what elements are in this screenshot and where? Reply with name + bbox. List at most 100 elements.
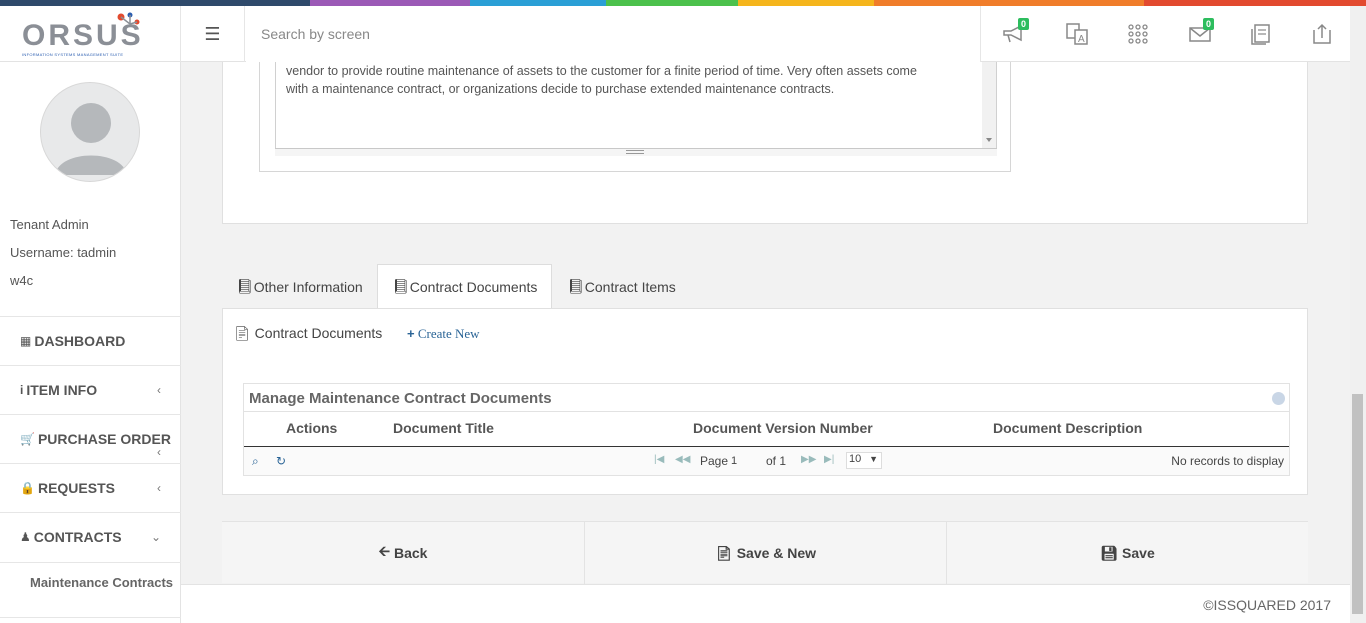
svg-text:A: A xyxy=(1078,34,1085,45)
logo-text: ORSUS xyxy=(22,19,144,52)
book-icon: 📘︎ xyxy=(236,278,254,294)
logo[interactable]: ORSUS INFORMATION SYSTEMS MANAGEMENT SUI… xyxy=(0,6,181,62)
page-number-input[interactable] xyxy=(731,453,761,469)
column-header-document-description[interactable]: Document Description xyxy=(993,420,1142,436)
no-records-text: No records to display xyxy=(1171,454,1284,468)
user-role: Tenant Admin xyxy=(10,217,89,232)
grid-pager: ⌕ ↻ |◀ ◀◀ Page of 1 ▶▶ ▶| 10 ▼ No record… xyxy=(244,447,1289,475)
menu-toggle-button[interactable]: ☰ xyxy=(181,6,245,62)
footer: ©ISSQUARED 2017 xyxy=(181,584,1350,623)
dropdown-arrow-icon: ▼ xyxy=(869,454,878,464)
first-page-icon[interactable]: |◀ xyxy=(654,454,664,465)
column-header-document-title[interactable]: Document Title xyxy=(393,420,494,436)
tab-other-information[interactable]: 📘︎ Other Information xyxy=(222,264,377,309)
back-button[interactable]: 🡨 Back xyxy=(222,522,585,584)
column-header-actions[interactable]: Actions xyxy=(286,420,337,436)
collapse-icon[interactable] xyxy=(1272,392,1285,405)
document-stack-icon xyxy=(1251,24,1270,45)
sidebar-item-label: PURCHASE ORDER xyxy=(37,431,171,447)
refresh-icon[interactable]: ↻ xyxy=(276,454,286,468)
contract-details-panel: vendor to provide routine maintenance of… xyxy=(222,62,1308,224)
action-bar: 🡨 Back 📄︎ Save & New 💾︎ Save xyxy=(222,521,1308,584)
documents-grid: Manage Maintenance Contract Documents Ac… xyxy=(243,383,1290,476)
sidebar-item-item-info[interactable]: i ITEM INFO ‹ xyxy=(0,365,181,414)
save-button[interactable]: 💾︎ Save xyxy=(947,522,1308,584)
sidebar-subitem-maintenance-contracts[interactable]: Maintenance Contracts xyxy=(0,562,181,618)
grid-icon: ▦ xyxy=(20,334,32,348)
grid-caption: Manage Maintenance Contract Documents xyxy=(244,384,1289,412)
chevron-left-icon: ‹ xyxy=(157,445,161,459)
grid-caption-label: Manage Maintenance Contract Documents xyxy=(249,390,552,407)
description-line: vendor to provide routine maintenance of… xyxy=(286,64,917,78)
create-new-link[interactable]: + Create New xyxy=(407,326,480,342)
textarea-scrollbar[interactable] xyxy=(982,62,996,148)
header-icons: 0 A 0 xyxy=(980,6,1350,62)
file-icon: 📄︎ xyxy=(233,325,251,341)
announcements-badge: 0 xyxy=(1017,18,1029,30)
arrow-left-icon: 🡨 xyxy=(378,543,390,559)
save-label: Save xyxy=(1122,545,1155,561)
sidebar-item-label: CONTRACTS xyxy=(33,529,122,545)
search-icon[interactable]: ⌕ xyxy=(252,454,259,469)
prev-page-icon[interactable]: ◀◀ xyxy=(675,454,690,465)
plus-icon: + xyxy=(407,326,415,341)
chevron-down-icon: ⌄ xyxy=(150,530,161,544)
apps-grid-icon xyxy=(1128,24,1148,44)
column-header-document-version[interactable]: Document Version Number xyxy=(693,420,873,436)
sidebar: Tenant Admin Username: tadmin w4c ▦ DASH… xyxy=(0,62,181,623)
announcements-button[interactable]: 0 xyxy=(999,18,1031,48)
top-header: ORSUS INFORMATION SYSTEMS MANAGEMENT SUI… xyxy=(0,6,1350,62)
page-label: Page xyxy=(700,454,729,468)
next-page-icon[interactable]: ▶▶ xyxy=(801,454,816,465)
description-textarea[interactable]: vendor to provide routine maintenance of… xyxy=(275,62,997,150)
sidebar-item-label: ITEM INFO xyxy=(26,382,98,398)
cart-icon: 🛒 xyxy=(20,432,35,446)
book-icon: 📘︎ xyxy=(567,278,585,294)
tab-contract-documents[interactable]: 📘︎ Contract Documents xyxy=(377,264,553,309)
page-scrollbar[interactable] xyxy=(1350,6,1366,623)
sidebar-item-purchase-order[interactable]: 🛒 PURCHASE ORDER ‹ xyxy=(0,414,181,463)
user-silhouette-icon xyxy=(55,103,127,175)
description-field: vendor to provide routine maintenance of… xyxy=(259,62,1011,172)
translate-icon: A xyxy=(1066,23,1088,45)
book-icon: 📘︎ xyxy=(392,278,410,294)
upload-icon xyxy=(1313,23,1331,44)
search-input[interactable] xyxy=(246,6,980,62)
messages-badge: 0 xyxy=(1202,18,1214,30)
sidebar-item-dashboard[interactable]: ▦ DASHBOARD xyxy=(0,316,181,365)
logout-button[interactable] xyxy=(1306,20,1338,48)
tab-label: Contract Items xyxy=(584,278,676,295)
description-line: with a maintenance contract, or organiza… xyxy=(286,82,835,96)
last-page-icon[interactable]: ▶| xyxy=(824,454,834,465)
file-text-icon: 📄︎ xyxy=(714,544,733,561)
copyright-text: ©ISSQUARED 2017 xyxy=(1203,597,1331,613)
tab-contract-items[interactable]: 📘︎ Contract Items xyxy=(553,264,690,309)
scrollbar-thumb[interactable] xyxy=(1352,394,1363,614)
textarea-resize-handle[interactable] xyxy=(275,148,997,156)
section-title-label: Contract Documents xyxy=(254,325,383,341)
save-and-new-label: Save & New xyxy=(736,545,817,561)
floppy-icon: 💾︎ xyxy=(1100,544,1119,561)
grid-header-row: Actions Document Title Document Version … xyxy=(244,412,1289,447)
contract-documents-panel: 📄︎ Contract Documents + Create New Manag… xyxy=(222,308,1308,495)
create-new-label: Create New xyxy=(417,326,480,341)
language-button[interactable]: A xyxy=(1061,20,1093,48)
page-of-label: of 1 xyxy=(766,454,787,468)
info-icon: i xyxy=(20,383,24,397)
user-tenant: w4c xyxy=(10,273,34,288)
hamburger-icon: ☰ xyxy=(204,23,221,44)
apps-button[interactable] xyxy=(1122,20,1154,48)
sidebar-item-contracts[interactable]: ♟ CONTRACTS ⌄ xyxy=(0,512,181,561)
chevron-left-icon: ‹ xyxy=(157,383,161,397)
page-size-select[interactable]: 10 ▼ xyxy=(846,452,882,469)
page-size-value: 10 xyxy=(849,453,862,465)
avatar[interactable] xyxy=(40,82,140,182)
sidebar-item-label: DASHBOARD xyxy=(34,333,126,349)
scroll-down-arrow-icon xyxy=(986,138,992,142)
sidebar-item-requests[interactable]: 🔒 REQUESTS ‹ xyxy=(0,463,181,512)
user-icon: ♟ xyxy=(20,530,31,544)
messages-button[interactable]: 0 xyxy=(1184,18,1216,48)
logo-subtitle: INFORMATION SYSTEMS MANAGEMENT SUITE xyxy=(22,52,124,57)
save-and-new-button[interactable]: 📄︎ Save & New xyxy=(585,522,947,584)
reports-button[interactable] xyxy=(1245,20,1277,48)
